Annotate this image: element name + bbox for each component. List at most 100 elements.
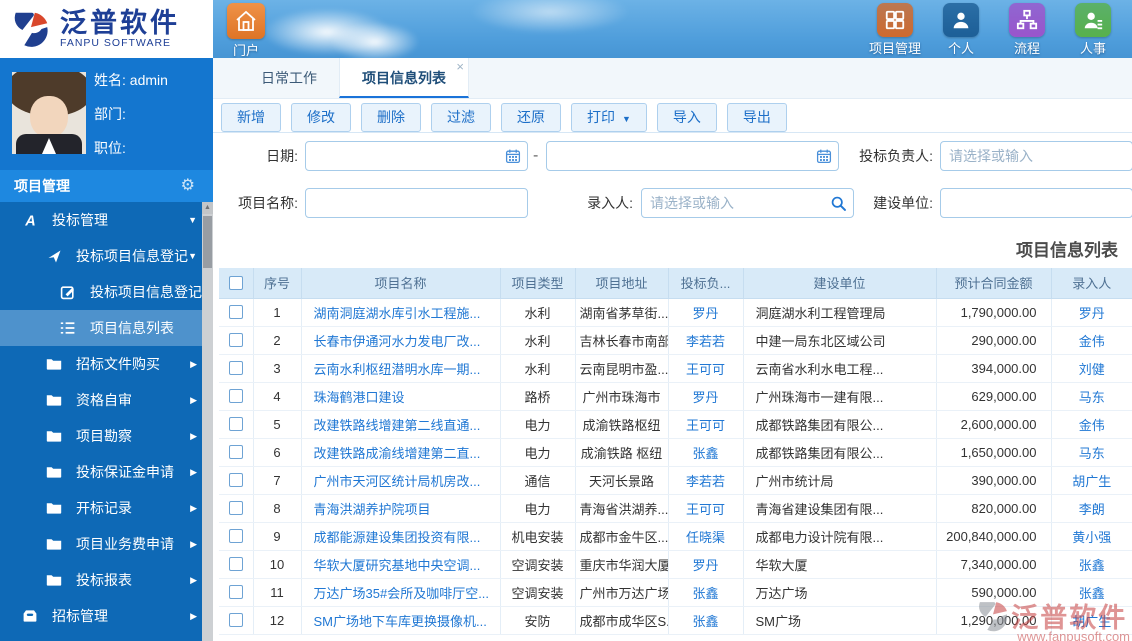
project-name-link[interactable]: 华软大厦研究基地中央空调... <box>301 550 501 579</box>
sidebar-item-bid-project-register[interactable]: 投标项目信息登记 <box>0 274 213 310</box>
sidebar-item-bid-report[interactable]: 投标报表 ▶ <box>0 562 213 598</box>
bid-leader-link[interactable]: 王可可 <box>668 410 744 439</box>
calendar-icon[interactable] <box>505 148 521 164</box>
calendar-icon[interactable] <box>816 148 832 164</box>
recorder-link[interactable]: 刘健 <box>1051 354 1132 383</box>
table-cell: 万达广场 <box>743 578 937 607</box>
recorder-link[interactable]: 胡广生 <box>1051 606 1132 635</box>
gear-icon[interactable]: ⚙ <box>181 170 195 202</box>
recorder-link[interactable]: 张鑫 <box>1051 550 1132 579</box>
recorder-link[interactable]: 张鑫 <box>1051 578 1132 607</box>
bid-leader-link[interactable]: 张鑫 <box>668 438 744 467</box>
recorder-link[interactable]: 马东 <box>1051 438 1132 467</box>
topnav-hr[interactable]: 人事 <box>1060 3 1126 57</box>
menu-label: 资格自审 <box>76 392 132 408</box>
bid-leader-link[interactable]: 罗丹 <box>668 550 744 579</box>
sidebar-item-bid-opening-record[interactable]: 开标记录 ▶ <box>0 490 213 526</box>
delete-button[interactable]: 删除 <box>361 103 421 132</box>
row-checkbox[interactable] <box>228 305 243 319</box>
scrollbar-thumb[interactable] <box>203 216 212 268</box>
recorder-link[interactable]: 金伟 <box>1051 326 1132 355</box>
project-name-link[interactable]: 万达广场35#会所及咖啡厅空... <box>301 578 501 607</box>
project-name-link[interactable]: 云南水利枢纽潜明水库一期... <box>301 354 501 383</box>
bid-leader-link[interactable]: 李若若 <box>668 466 744 495</box>
recorder-input[interactable] <box>641 188 854 218</box>
sidebar-item-tender-doc-purchase[interactable]: 招标文件购买 ▶ <box>0 346 213 382</box>
table-cell: 12 <box>253 606 302 635</box>
sidebar-item-project-business-fee[interactable]: 项目业务费申请 ▶ <box>0 526 213 562</box>
topnav-personal[interactable]: 个人 <box>928 3 994 57</box>
sidebar-item-bid-management[interactable]: A 投标管理 ▼ <box>0 202 213 238</box>
bid-leader-link[interactable]: 李若若 <box>668 326 744 355</box>
bid-leader-link[interactable]: 罗丹 <box>668 298 744 327</box>
recorder-link[interactable]: 罗丹 <box>1051 298 1132 327</box>
bid-leader-input[interactable] <box>940 141 1132 171</box>
project-table: 序号 项目名称 项目类型 项目地址 投标负... 建设单位 预计合同金额 录入人 1 湖南洞庭湖水… <box>219 268 1132 641</box>
tab-daily-work[interactable]: 日常工作 <box>239 58 339 98</box>
sidebar-item-bid-deposit-apply[interactable]: 投标保证金申请 ▶ <box>0 454 213 490</box>
recorder-link[interactable]: 黄小强 <box>1051 522 1132 551</box>
project-name-link[interactable]: SM广场地下车库更换摄像机... <box>301 606 501 635</box>
project-name-link[interactable]: 湖南洞庭湖水库引水工程施... <box>301 298 501 327</box>
sidebar-item-tender-management[interactable]: 招标管理 ▶ <box>0 598 213 634</box>
select-all-checkbox[interactable] <box>228 275 243 290</box>
project-name-field <box>305 188 528 218</box>
table-cell: 1 <box>253 298 302 327</box>
recorder-link[interactable]: 李朗 <box>1051 494 1132 523</box>
bid-leader-link[interactable]: 王可可 <box>668 354 744 383</box>
row-checkbox[interactable] <box>228 585 243 599</box>
topnav-workflow[interactable]: 流程 <box>994 3 1060 57</box>
project-name-link[interactable]: 长春市伊通河水力发电厂改... <box>301 326 501 355</box>
row-checkbox[interactable] <box>228 417 243 431</box>
recorder-link[interactable]: 马东 <box>1051 382 1132 411</box>
menu-label: 项目信息列表 <box>90 320 174 336</box>
row-checkbox[interactable] <box>228 501 243 515</box>
bid-leader-link[interactable]: 王可可 <box>668 494 744 523</box>
export-button[interactable]: 导出 <box>726 103 787 132</box>
row-checkbox[interactable] <box>228 333 243 347</box>
date-to-input[interactable] <box>546 141 839 171</box>
row-checkbox[interactable] <box>228 361 243 375</box>
tab-close-icon[interactable]: × <box>456 60 464 73</box>
scrollbar-up-icon[interactable]: ▲ <box>202 202 213 214</box>
project-name-link[interactable]: 广州市天河区统计局机房改... <box>301 466 501 495</box>
bid-leader-link[interactable]: 任晓渠 <box>668 522 744 551</box>
project-name-link[interactable]: 改建铁路成渝线增建第二直... <box>301 438 501 467</box>
bid-leader-link[interactable]: 张鑫 <box>668 606 744 635</box>
sidebar-scrollbar[interactable]: ▲ <box>202 202 213 641</box>
topnav-portal[interactable]: 门户 <box>220 3 272 58</box>
row-checkbox[interactable] <box>228 529 243 543</box>
project-name-link[interactable]: 青海洪湖养护院项目 <box>301 494 501 523</box>
row-checkbox[interactable] <box>228 445 243 459</box>
sidebar-item-bid-project-register-group[interactable]: 投标项目信息登记 ▼ <box>0 238 213 274</box>
project-name-link[interactable]: 改建铁路线增建第二线直通... <box>301 410 501 439</box>
import-button[interactable]: 导入 <box>656 103 717 132</box>
recorder-link[interactable]: 胡广生 <box>1051 466 1132 495</box>
project-name-link[interactable]: 珠海鹤港口建设 <box>301 382 501 411</box>
recorder-link[interactable]: 金伟 <box>1051 410 1132 439</box>
filter-button[interactable]: 过滤 <box>431 103 491 132</box>
project-name-input[interactable] <box>305 188 528 218</box>
edit-button[interactable]: 修改 <box>291 103 351 132</box>
row-checkbox[interactable] <box>228 613 243 627</box>
add-button[interactable]: 新增 <box>221 103 281 132</box>
topnav-project-management[interactable]: 项目管理 <box>862 3 928 57</box>
bid-leader-link[interactable]: 张鑫 <box>668 578 744 607</box>
sidebar-item-project-info-list[interactable]: 项目信息列表 <box>0 310 213 346</box>
date-from-input[interactable] <box>305 141 528 171</box>
build-unit-input[interactable] <box>940 188 1132 218</box>
sidebar-menu: A 投标管理 ▼ 投标项目信息登记 ▼ 投标项目信息登记 项目信息列表 招标文件购买 ▶ 资格自审… <box>0 202 213 641</box>
restore-button[interactable]: 还原 <box>501 103 561 132</box>
project-name-link[interactable]: 成都能源建设集团投资有限... <box>301 522 501 551</box>
tab-project-info-list[interactable]: 项目信息列表 × <box>339 58 469 98</box>
row-checkbox[interactable] <box>228 389 243 403</box>
table-cell: 290,000.00 <box>936 326 1052 355</box>
sidebar-item-qualification-self-check[interactable]: 资格自审 ▶ <box>0 382 213 418</box>
sidebar-item-project-survey[interactable]: 项目勘察 ▶ <box>0 418 213 454</box>
row-checkbox[interactable] <box>228 473 243 487</box>
search-icon[interactable] <box>830 195 847 212</box>
bid-leader-link[interactable]: 罗丹 <box>668 382 744 411</box>
menu-label: 投标项目信息登记 <box>76 248 188 264</box>
row-checkbox[interactable] <box>228 557 243 571</box>
print-button[interactable]: 打印 ▼ <box>571 103 647 132</box>
